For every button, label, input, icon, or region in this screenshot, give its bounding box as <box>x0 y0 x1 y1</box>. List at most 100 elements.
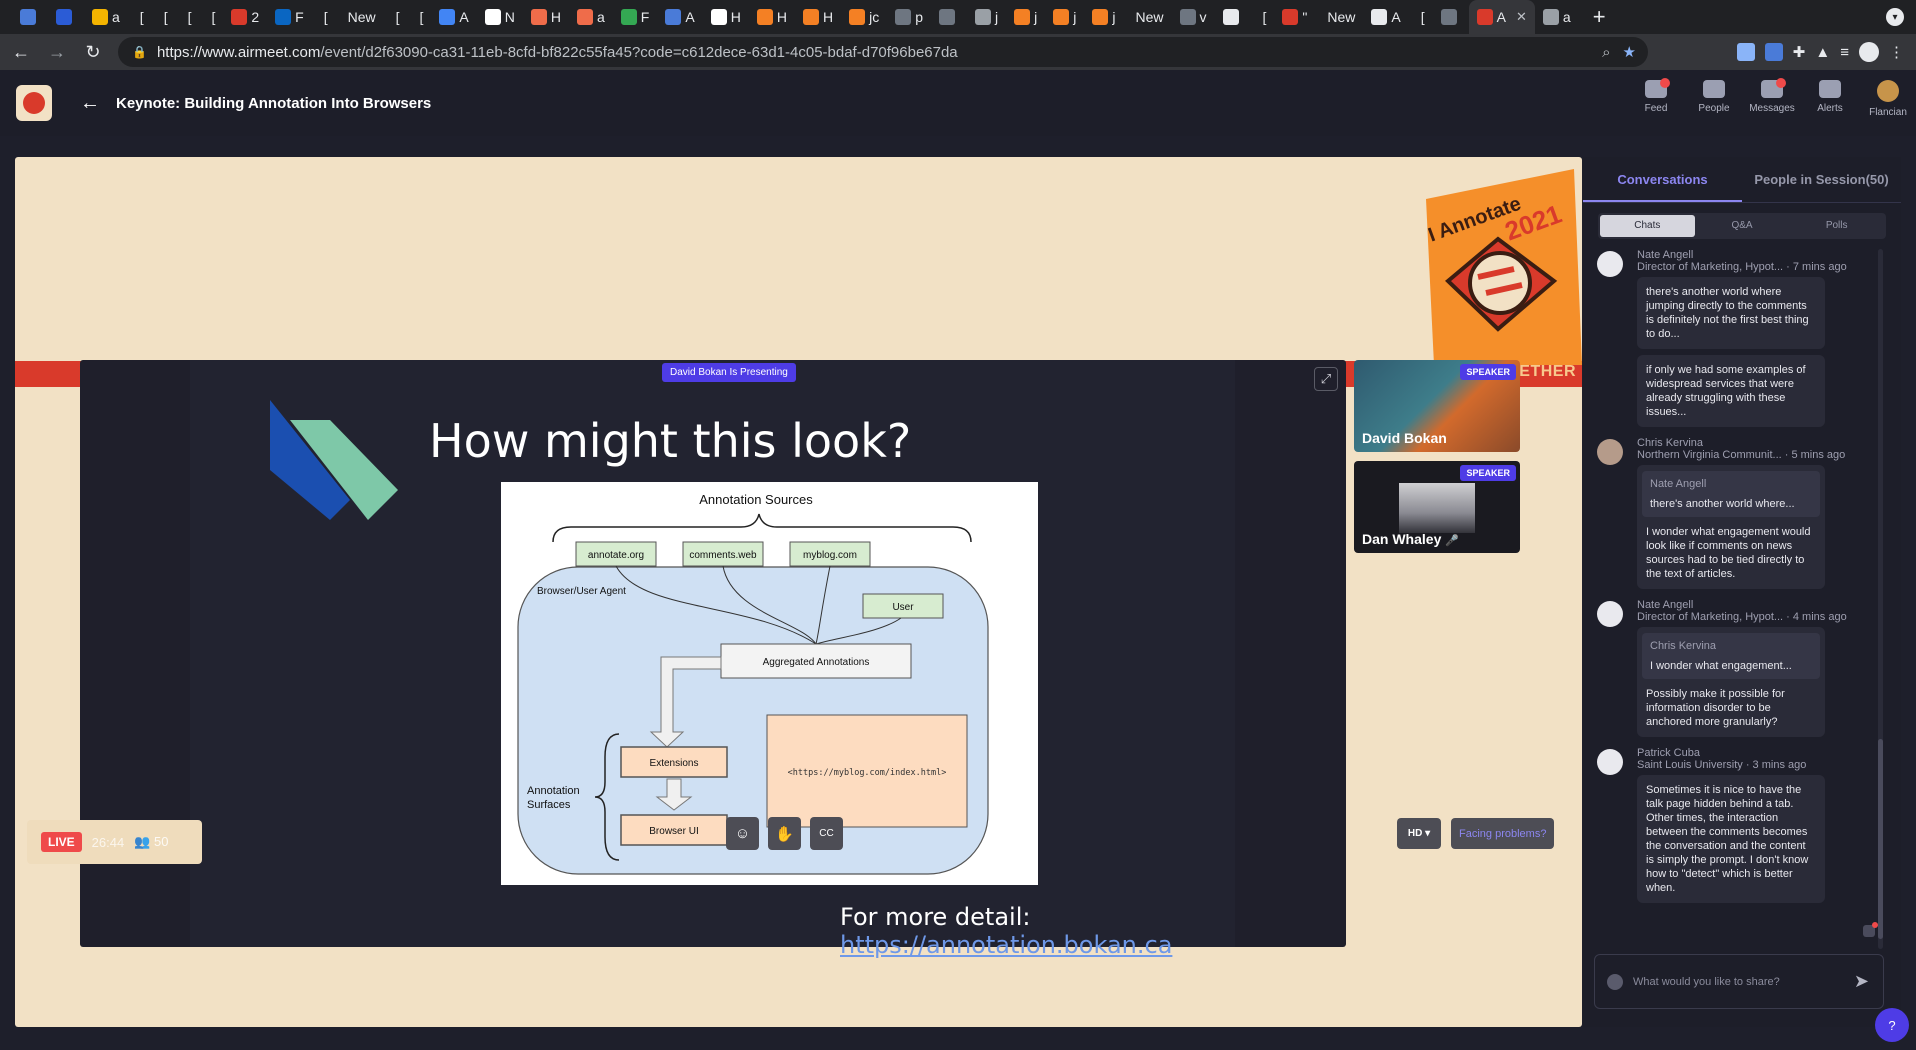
browser-tab[interactable]: j <box>967 0 1006 34</box>
quoted-reply[interactable]: Nate Angell there's another world where.… <box>1642 471 1820 517</box>
browser-tab[interactable] <box>12 0 48 34</box>
scroll-to-new-icon[interactable] <box>1863 922 1878 937</box>
avatar[interactable] <box>1597 749 1623 775</box>
browser-tab[interactable] <box>1215 0 1251 34</box>
browser-tab[interactable] <box>931 0 967 34</box>
quality-selector[interactable]: HD ▾ <box>1397 818 1441 849</box>
back-icon[interactable]: ← <box>6 42 36 63</box>
new-tab-icon[interactable]: + <box>1579 4 1620 30</box>
reading-list-icon[interactable]: ≡ <box>1840 44 1849 61</box>
browser-tab[interactable]: " <box>1274 0 1315 34</box>
emoji-icon[interactable] <box>1607 973 1623 990</box>
puzzle-icon[interactable]: ✚ <box>1793 43 1806 61</box>
browser-tab[interactable]: a <box>569 0 613 34</box>
subtab-qa[interactable]: Q&A <box>1695 215 1790 237</box>
browser-tab[interactable]: New <box>1124 0 1172 34</box>
browser-tab[interactable]: [ <box>1409 0 1433 34</box>
browser-tab[interactable] <box>1433 0 1469 34</box>
arrow-left-icon[interactable]: ← <box>80 92 100 115</box>
header-nav-messages[interactable]: Messages <box>1749 78 1795 118</box>
subtab-polls[interactable]: Polls <box>1789 215 1884 237</box>
browser-menu-icon[interactable]: ⋮ <box>1889 43 1904 61</box>
speaker-tile-david-bokan[interactable]: SPEAKER David Bokan <box>1354 360 1520 452</box>
tab-conversations[interactable]: Conversations <box>1583 157 1742 202</box>
browser-tab[interactable]: A <box>657 0 702 34</box>
extension-icon-1[interactable] <box>1736 43 1755 61</box>
tab-label: j <box>1073 9 1077 25</box>
facing-problems-button[interactable]: Facing problems? <box>1451 818 1555 849</box>
browser-tab[interactable]: [ <box>128 0 152 34</box>
browser-tab[interactable]: jc <box>841 0 887 34</box>
raise-hand-icon[interactable]: ✋ <box>768 817 801 850</box>
browser-tab[interactable]: [ <box>152 0 176 34</box>
scrollbar-thumb[interactable] <box>1878 739 1883 939</box>
browser-tab[interactable]: N <box>477 0 523 34</box>
avatar[interactable] <box>1597 601 1623 627</box>
browser-tab[interactable]: a <box>1535 0 1579 34</box>
browser-tab[interactable]: [ <box>176 0 200 34</box>
browser-tab[interactable] <box>48 0 84 34</box>
browser-tab[interactable]: [ <box>408 0 432 34</box>
tab-people-in-session[interactable]: People in Session(50) <box>1742 157 1901 202</box>
header-nav-alerts[interactable]: Alerts <box>1808 80 1852 118</box>
browser-tab[interactable]: [ <box>312 0 336 34</box>
browser-tab[interactable]: New <box>1315 0 1363 34</box>
tab-search-icon[interactable]: ▾ <box>1886 8 1904 26</box>
extension-icon-3[interactable]: ▲ <box>1815 44 1830 61</box>
url-path: /event/d2f63090-ca31-11eb-8cfd-bf822c55f… <box>320 43 958 61</box>
browser-tab[interactable]: a <box>84 0 128 34</box>
subtab-chats[interactable]: Chats <box>1600 215 1695 237</box>
browser-tab[interactable]: 2 <box>223 0 267 34</box>
zoom-icon[interactable]: ⌕ <box>1602 44 1610 61</box>
reload-icon[interactable]: ↻ <box>78 42 108 63</box>
extension-icon-2[interactable] <box>1764 43 1783 61</box>
help-icon[interactable]: ? <box>1875 1008 1909 1042</box>
profile-icon[interactable] <box>1859 42 1879 62</box>
close-tab-icon[interactable]: ✕ <box>1516 9 1527 25</box>
header-nav-people[interactable]: People <box>1692 80 1736 118</box>
quoted-reply[interactable]: Chris Kervina I wonder what engagement..… <box>1642 633 1820 679</box>
chat-compose[interactable]: What would you like to share? ➤ <box>1594 954 1884 1009</box>
browser-tab[interactable]: p <box>887 0 931 34</box>
browser-tab[interactable]: H <box>795 0 841 34</box>
browser-tab[interactable]: H <box>523 0 569 34</box>
fullscreen-icon[interactable]: ⤢ <box>1314 367 1338 391</box>
more-detail-line: For more detail: https://annotation.boka… <box>840 903 1346 959</box>
browser-tab[interactable]: F <box>613 0 658 34</box>
browser-tab[interactable]: New <box>336 0 384 34</box>
browser-tab[interactable]: H <box>749 0 795 34</box>
browser-tab[interactable]: j <box>1006 0 1045 34</box>
browser-tab[interactable]: [ <box>384 0 408 34</box>
send-icon[interactable]: ➤ <box>1854 971 1869 992</box>
speaker-photo <box>1399 483 1475 533</box>
speaker-tile-dan-whaley[interactable]: SPEAKER Dan Whaley 🎤 <box>1354 461 1520 553</box>
browser-tab-active[interactable]: A ✕ <box>1468 0 1535 34</box>
forward-icon[interactable]: → <box>42 42 72 63</box>
bookmark-star-icon[interactable]: ★ <box>1623 43 1636 61</box>
browser-tab[interactable]: A <box>431 0 476 34</box>
browser-tab[interactable]: H <box>703 0 749 34</box>
chat-subtabs: Chats Q&A Polls <box>1598 213 1886 239</box>
event-logo[interactable] <box>16 85 52 121</box>
header-nav-flancian[interactable]: Flancian <box>1866 80 1910 118</box>
avatar[interactable] <box>1597 439 1623 465</box>
session-timer: 26:44 <box>91 834 125 850</box>
tab-label: N <box>504 9 515 25</box>
emoji-reaction-icon[interactable]: ☺ <box>726 817 759 850</box>
avatar[interactable] <box>1597 251 1623 277</box>
browser-tab[interactable]: F <box>267 0 312 34</box>
browser-toolbar: ← → ↻ 🔒 https://www.airmeet.com/event/d2… <box>0 34 1916 70</box>
more-detail-link[interactable]: https://annotation.bokan.ca <box>840 931 1172 959</box>
browser-tab[interactable]: [ <box>199 0 223 34</box>
browser-tab[interactable]: A <box>1363 0 1408 34</box>
browser-tab[interactable]: v <box>1172 0 1215 34</box>
browser-tab[interactable]: j <box>1084 0 1123 34</box>
header-nav-feed[interactable]: Feed <box>1634 78 1678 118</box>
agent-label: Browser/User Agent <box>537 586 626 597</box>
browser-tab[interactable]: [ <box>1251 0 1275 34</box>
chat-scrollbar[interactable] <box>1878 249 1883 949</box>
captions-icon[interactable]: CC <box>810 817 843 850</box>
compose-placeholder[interactable]: What would you like to share? <box>1633 976 1854 988</box>
browser-tab[interactable]: j <box>1045 0 1084 34</box>
address-bar[interactable]: 🔒 https://www.airmeet.com/event/d2f63090… <box>118 37 1648 67</box>
